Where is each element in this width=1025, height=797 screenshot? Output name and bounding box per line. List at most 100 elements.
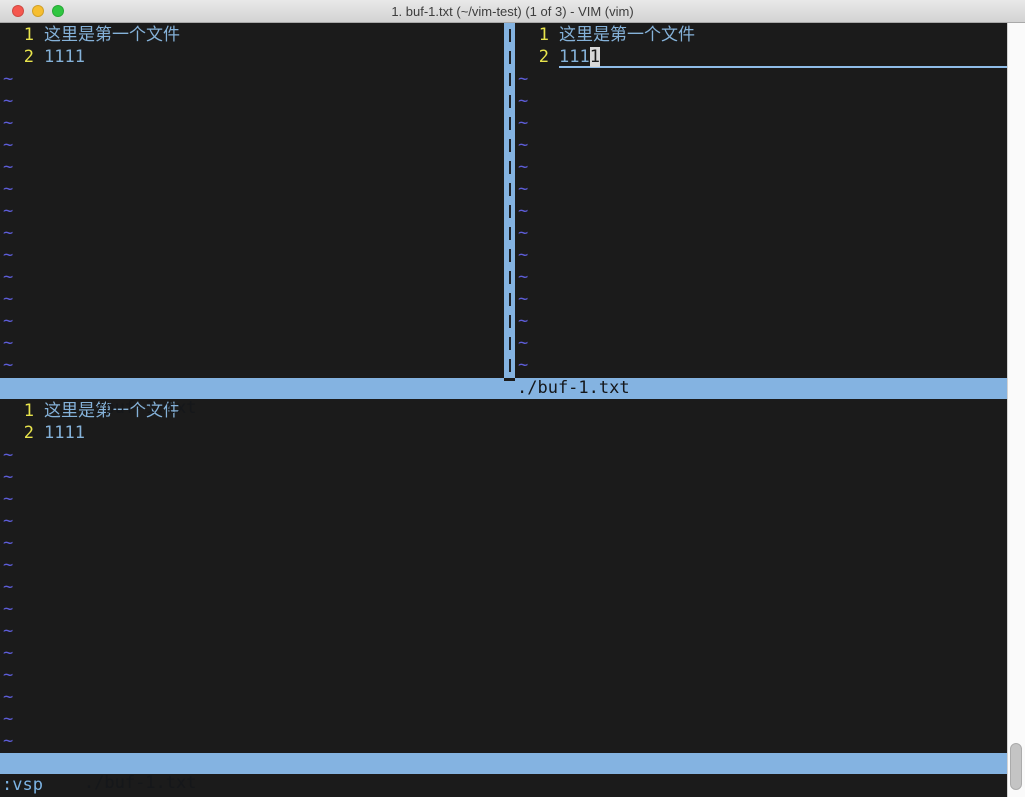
macvim-window: 1. buf-1.txt (~/vim-test) (1 of 3) - VIM… [0, 0, 1025, 797]
empty-line-tilde: ~ [0, 156, 504, 178]
separator-row [504, 266, 515, 288]
separator-row [504, 134, 515, 156]
empty-line-tilde: ~ [0, 532, 1007, 554]
empty-line-tilde: ~ [515, 112, 1007, 134]
empty-line-tilde: ~ [0, 466, 1007, 488]
empty-line-tilde: ~ [0, 664, 1007, 686]
empty-line-tilde: ~ [515, 134, 1007, 156]
empty-line-tilde: ~ [515, 354, 1007, 376]
line-text: 1111 [559, 46, 1007, 68]
separator-dash-icon [509, 161, 511, 174]
empty-line-tilde: ~ [515, 288, 1007, 310]
buffer-window-top-left[interactable]: 1这里是第一个文件21111~~~~~~~~~~~~~~ [0, 23, 504, 378]
scrollbar-track[interactable] [1007, 23, 1025, 797]
separator-row [504, 112, 515, 134]
separator-row [504, 90, 515, 112]
separator-dash-icon [509, 271, 511, 284]
empty-line-tilde: ~ [0, 90, 504, 112]
empty-line-tilde: ~ [0, 354, 504, 376]
empty-line-tilde: ~ [0, 200, 504, 222]
empty-line-tilde: ~ [0, 488, 1007, 510]
separator-row [504, 178, 515, 200]
line-text: 这里是第一个文件 [44, 24, 180, 46]
buffer-window-top-right-active[interactable]: 1这里是第一个文件21111~~~~~~~~~~~~~~ [515, 23, 1007, 378]
empty-line-tilde: ~ [0, 686, 1007, 708]
empty-line-tilde: ~ [0, 510, 1007, 532]
separator-dash-icon [509, 337, 511, 350]
separator-dash-icon [509, 51, 511, 64]
empty-line-tilde: ~ [0, 332, 504, 354]
cursor-block: 1 [590, 47, 600, 67]
empty-line-tilde: ~ [0, 576, 1007, 598]
line-number: 1 [0, 24, 34, 46]
empty-line-tilde: ~ [0, 598, 1007, 620]
empty-line-tilde: ~ [0, 444, 1007, 466]
buffer-line[interactable]: 1 这里是第一个文件 [515, 24, 1007, 46]
separator-dash-icon [509, 315, 511, 328]
separator-row [504, 46, 515, 68]
separator-dash-icon [509, 183, 511, 196]
buffer-line[interactable]: 1 这里是第一个文件 [0, 24, 504, 46]
buffer-line[interactable]: 2 1111 [0, 46, 504, 68]
empty-line-tilde: ~ [0, 642, 1007, 664]
empty-line-tilde: ~ [0, 178, 504, 200]
separator-row [504, 332, 515, 354]
separator-row [504, 288, 515, 310]
empty-line-tilde: ~ [0, 620, 1007, 642]
titlebar: 1. buf-1.txt (~/vim-test) (1 of 3) - VIM… [0, 0, 1025, 23]
top-splits: 1这里是第一个文件21111~~~~~~~~~~~~~~ 1这里是第一个文件21… [0, 23, 1007, 378]
separator-row [504, 200, 515, 222]
separator-notch [504, 378, 515, 381]
separator-dash-icon [509, 293, 511, 306]
empty-line-tilde: ~ [0, 554, 1007, 576]
vertical-separator[interactable] [504, 23, 515, 378]
line-text: 这里是第一个文件 [559, 24, 695, 46]
buffer-line[interactable]: 21111 [0, 422, 1007, 444]
empty-line-tilde: ~ [0, 112, 504, 134]
empty-line-tilde: ~ [515, 200, 1007, 222]
separator-dash-icon [509, 117, 511, 130]
window-title: 1. buf-1.txt (~/vim-test) (1 of 3) - VIM… [0, 4, 1025, 19]
separator-dash-icon [509, 249, 511, 262]
empty-line-tilde: ~ [0, 288, 504, 310]
separator-row [504, 310, 515, 332]
empty-line-tilde: ~ [515, 178, 1007, 200]
empty-line-tilde: ~ [0, 730, 1007, 752]
statusline-filename-right: ./buf-1.txt [515, 378, 630, 398]
statusline-top[interactable]: ./buf-1.txt ./buf-1.txt [0, 378, 1007, 399]
buffer-line[interactable]: 2 1111 [515, 46, 1007, 68]
statusline-filename-bottom: ./buf-1.txt [82, 773, 197, 793]
empty-line-tilde: ~ [0, 134, 504, 156]
separator-dash-icon [509, 29, 511, 42]
empty-line-tilde: ~ [0, 310, 504, 332]
scrollbar-thumb[interactable] [1010, 743, 1022, 790]
line-text: 1111 [44, 46, 85, 68]
buffer-window-bottom[interactable]: 1这里是第一个文件21111~~~~~~~~~~~~~~ [0, 399, 1007, 753]
statusline-filename-left: ./buf-1.txt [82, 398, 197, 418]
separator-row [504, 24, 515, 46]
separator-row [504, 354, 515, 376]
line-number: 2 [515, 46, 549, 68]
empty-line-tilde: ~ [0, 244, 504, 266]
empty-line-tilde: ~ [0, 68, 504, 90]
empty-line-tilde: ~ [515, 90, 1007, 112]
separator-dash-icon [509, 95, 511, 108]
empty-line-tilde: ~ [515, 156, 1007, 178]
empty-line-tilde: ~ [0, 266, 504, 288]
separator-row [504, 222, 515, 244]
empty-line-tilde: ~ [515, 310, 1007, 332]
separator-dash-icon [509, 139, 511, 152]
separator-row [504, 244, 515, 266]
statusline-bottom[interactable]: ./buf-1.txt [0, 753, 1007, 774]
separator-dash-icon [509, 359, 511, 372]
line-number: 1 [515, 24, 549, 46]
empty-line-tilde: ~ [0, 222, 504, 244]
empty-line-tilde: ~ [515, 332, 1007, 354]
separator-row [504, 68, 515, 90]
empty-line-tilde: ~ [515, 222, 1007, 244]
separator-dash-icon [509, 205, 511, 218]
line-number: 2 [0, 46, 34, 68]
vim-shell: 1这里是第一个文件21111~~~~~~~~~~~~~~ 1这里是第一个文件21… [0, 23, 1025, 797]
vim-main: 1这里是第一个文件21111~~~~~~~~~~~~~~ 1这里是第一个文件21… [0, 23, 1007, 797]
empty-line-tilde: ~ [515, 266, 1007, 288]
